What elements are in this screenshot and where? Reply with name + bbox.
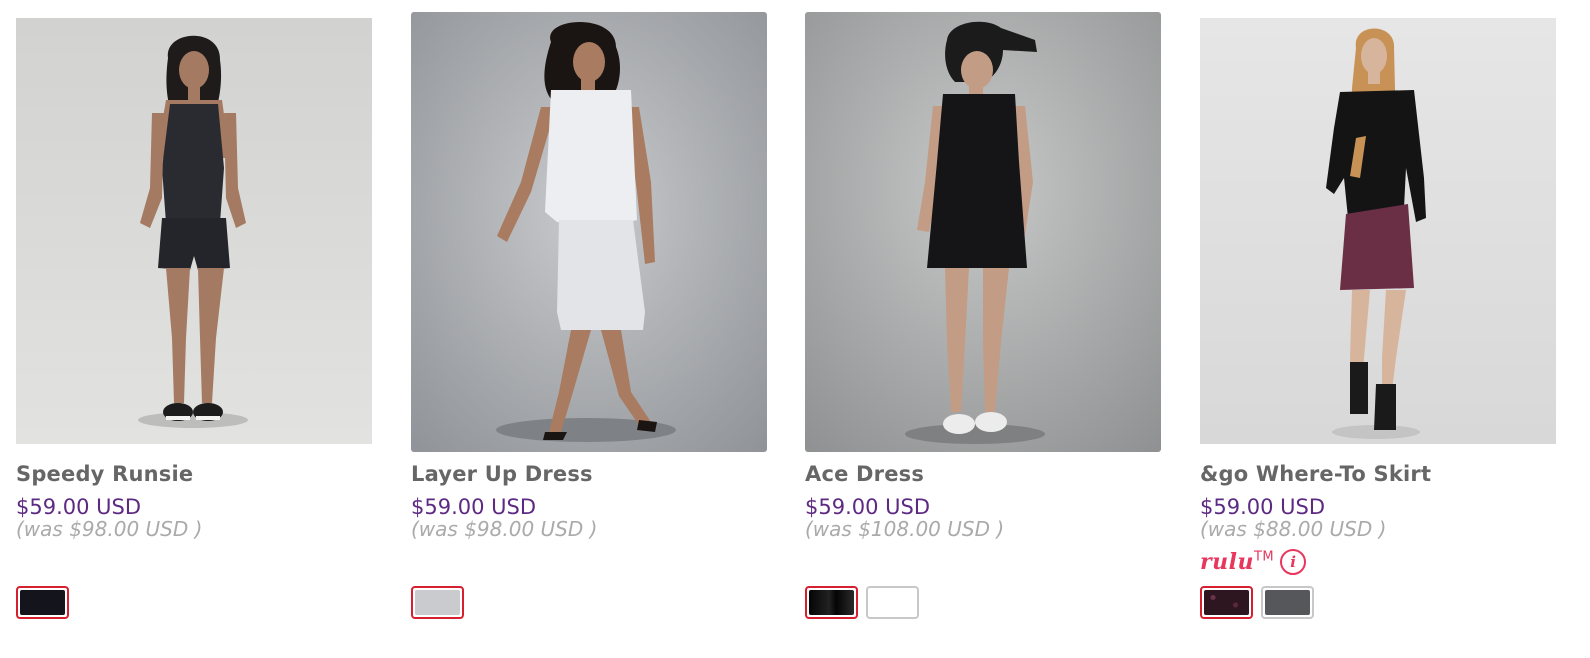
product-price: $59.00 USD [411, 495, 537, 519]
product-original-price: (was $108.00 USD ) [805, 517, 1005, 541]
product-original-price: (was $98.00 USD ) [16, 517, 203, 541]
product-name[interactable]: Speedy Runsie [16, 462, 193, 486]
product-image-speedy-runsie[interactable] [16, 18, 372, 444]
fabric-badge-label: ruluTM [1200, 549, 1275, 575]
product-image-go-where-to-skirt[interactable] [1200, 18, 1556, 444]
info-icon[interactable]: i [1280, 549, 1307, 575]
product-price: $59.00 USD [805, 495, 931, 519]
product-image-layer-up-dress[interactable] [411, 12, 767, 452]
fabric-badge-rulu: ruluTM i [1200, 548, 1307, 576]
color-swatch-white[interactable] [866, 586, 919, 619]
color-swatch-heathered-burgundy[interactable] [1200, 586, 1253, 619]
color-swatches [16, 586, 69, 619]
product-original-price: (was $88.00 USD ) [1200, 517, 1387, 541]
product-grid: Speedy Runsie $59.00 USD (was $98.00 USD… [0, 0, 1590, 658]
product-card-go-where-to-skirt: &go Where-To Skirt $59.00 USD (was $88.0… [1200, 0, 1556, 658]
product-name[interactable]: &go Where-To Skirt [1200, 462, 1431, 486]
product-name[interactable]: Layer Up Dress [411, 462, 593, 486]
color-swatches [805, 586, 919, 619]
product-image-ace-dress[interactable] [805, 12, 1161, 452]
color-swatch-black[interactable] [16, 586, 69, 619]
product-card-layer-up-dress: Layer Up Dress $59.00 USD (was $98.00 US… [411, 0, 767, 658]
color-swatch-black[interactable] [805, 586, 858, 619]
color-swatch-heathered-grey[interactable] [1261, 586, 1314, 619]
color-swatches [1200, 586, 1314, 619]
color-swatch-light-grey[interactable] [411, 586, 464, 619]
product-price: $59.00 USD [16, 495, 142, 519]
product-card-speedy-runsie: Speedy Runsie $59.00 USD (was $98.00 USD… [16, 0, 372, 658]
product-price: $59.00 USD [1200, 495, 1326, 519]
product-card-ace-dress: Ace Dress $59.00 USD (was $108.00 USD ) [805, 0, 1161, 658]
color-swatches [411, 586, 464, 619]
product-original-price: (was $98.00 USD ) [411, 517, 598, 541]
product-name[interactable]: Ace Dress [805, 462, 924, 486]
